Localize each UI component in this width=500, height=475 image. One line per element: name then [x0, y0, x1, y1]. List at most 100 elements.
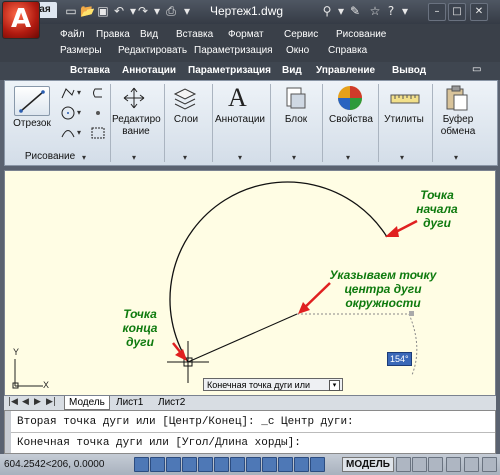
tab-scroll-first-icon[interactable]: |◀	[8, 397, 18, 407]
clipboard-label-line1[interactable]: Буфер	[436, 114, 480, 125]
circle-icon[interactable]	[60, 106, 76, 120]
annotations-dropdown-icon[interactable]: ▾	[238, 153, 242, 162]
clean-screen-icon[interactable]	[482, 457, 497, 472]
application-menu-button[interactable]: A	[2, 1, 40, 39]
save-icon[interactable]: ▣	[96, 4, 110, 18]
arc-dot-icon[interactable]	[90, 106, 106, 120]
rectangle-icon[interactable]	[90, 126, 106, 140]
tab-parametric[interactable]: Параметризация	[188, 65, 271, 76]
drawing-area[interactable]: Y X Точка начала дуги Указываем точку центр…	[4, 170, 496, 396]
binoculars-icon[interactable]: ⚲	[320, 4, 334, 18]
minimize-button[interactable]: –	[428, 3, 446, 21]
tab-annotate[interactable]: Аннотации	[122, 65, 176, 76]
draw-panel-title[interactable]: Рисование	[20, 151, 80, 162]
redo-icon[interactable]: ↷	[136, 4, 150, 18]
help-dropdown-icon[interactable]: ▾	[398, 4, 412, 18]
clipboard-label-line2[interactable]: обмена	[436, 126, 480, 137]
clipboard-icon[interactable]	[444, 84, 470, 112]
quick-view-drawings-icon[interactable]	[412, 457, 427, 472]
polyline-icon[interactable]	[60, 86, 76, 100]
menu-modify[interactable]: Редактировать	[118, 45, 187, 56]
line-tool-button[interactable]	[14, 86, 50, 116]
layers-icon[interactable]	[172, 86, 198, 112]
model-space-button[interactable]: МОДЕЛЬ	[342, 457, 394, 472]
annotation-monitor-icon[interactable]	[310, 457, 325, 472]
tab-view[interactable]: Вид	[282, 65, 302, 76]
arc-icon[interactable]	[60, 126, 76, 140]
tab-model[interactable]: Модель	[64, 396, 110, 410]
annotations-label[interactable]: Аннотации	[214, 114, 266, 125]
move-icon[interactable]	[122, 86, 146, 110]
print-icon[interactable]: ⎙	[164, 4, 178, 18]
lineweight-toggle-icon[interactable]	[262, 457, 277, 472]
properties-label[interactable]: Свойства	[328, 114, 374, 125]
workspace-switch-icon[interactable]	[446, 457, 461, 472]
block-icon[interactable]	[283, 84, 309, 112]
coordinates-readout[interactable]: 604.2542<206, 0.0000	[4, 459, 104, 470]
annotation-scale-icon[interactable]	[428, 457, 443, 472]
ribbon-minimize-icon[interactable]: ▭	[472, 64, 481, 75]
menu-edit[interactable]: Правка	[96, 29, 130, 40]
layers-label[interactable]: Слои	[168, 114, 204, 125]
circle-dropdown-icon[interactable]: ▾	[77, 108, 81, 117]
tab-scroll-prev-icon[interactable]: ◀	[22, 397, 29, 407]
snap-toggle-icon[interactable]	[134, 457, 149, 472]
tab-manage[interactable]: Управление	[316, 65, 375, 76]
undo-line-icon[interactable]	[90, 86, 106, 100]
layers-dropdown-icon[interactable]: ▾	[183, 153, 187, 162]
clipboard-dropdown-icon[interactable]: ▾	[454, 153, 458, 162]
osnap-toggle-icon[interactable]	[198, 457, 213, 472]
block-label[interactable]: Блок	[278, 114, 314, 125]
menu-view[interactable]: Вид	[140, 29, 158, 40]
otrack-toggle-icon[interactable]	[214, 457, 229, 472]
quick-view-layouts-icon[interactable]	[396, 457, 411, 472]
command-prompt-line[interactable]: Конечная точка дуги или [Угол/Длина хорд…	[17, 437, 301, 449]
menu-dimensions[interactable]: Размеры	[60, 45, 102, 56]
utilities-dropdown-icon[interactable]: ▾	[400, 153, 404, 162]
selection-cycling-toggle-icon[interactable]	[294, 457, 309, 472]
toolbar-lock-icon[interactable]	[464, 457, 479, 472]
tab-layout1[interactable]: Лист1	[116, 397, 143, 408]
menu-draw[interactable]: Рисование	[336, 29, 386, 40]
utilities-label[interactable]: Утилиты	[382, 114, 426, 125]
block-dropdown-icon[interactable]: ▾	[292, 153, 296, 162]
tab-output[interactable]: Вывод	[392, 65, 426, 76]
properties-dropdown-icon[interactable]: ▾	[346, 153, 350, 162]
dimension-input[interactable]: 154°	[387, 352, 412, 366]
tab-scroll-last-icon[interactable]: ▶|	[46, 397, 56, 407]
quick-access-dropdown-icon[interactable]: ▾	[180, 4, 194, 18]
undo-icon[interactable]: ↶	[112, 4, 126, 18]
ducs-toggle-icon[interactable]	[230, 457, 245, 472]
utilities-measure-icon[interactable]	[390, 92, 420, 106]
command-window[interactable]: Вторая точка дуги или [Центр/Конец]: _c …	[4, 410, 496, 454]
redo-dropdown-icon[interactable]: ▾	[150, 4, 164, 18]
wrench-icon[interactable]: ✎	[348, 4, 362, 18]
tab-insert[interactable]: Вставка	[70, 65, 110, 76]
dyn-toggle-icon[interactable]	[246, 457, 261, 472]
arc-dropdown-icon[interactable]: ▾	[77, 128, 81, 137]
menu-parametric[interactable]: Параметризация	[194, 45, 273, 56]
polar-toggle-icon[interactable]	[182, 457, 197, 472]
close-button[interactable]: ✕	[470, 3, 488, 21]
binoculars-dropdown-icon[interactable]: ▾	[334, 4, 348, 18]
tab-scroll-next-icon[interactable]: ▶	[34, 397, 41, 407]
menu-help[interactable]: Справка	[328, 45, 367, 56]
menu-insert[interactable]: Вставка	[176, 29, 213, 40]
help-icon[interactable]: ?	[384, 4, 398, 18]
tab-layout2[interactable]: Лист2	[158, 397, 185, 408]
open-folder-icon[interactable]: 📂	[80, 4, 95, 18]
ortho-toggle-icon[interactable]	[166, 457, 181, 472]
draw-panel-dropdown-icon[interactable]: ▾	[82, 153, 86, 162]
star-icon[interactable]: ☆	[368, 4, 382, 18]
menu-format[interactable]: Формат	[228, 29, 264, 40]
modify-dropdown-icon[interactable]: ▾	[132, 153, 136, 162]
menu-file[interactable]: Файл	[60, 29, 85, 40]
quick-properties-toggle-icon[interactable]	[278, 457, 293, 472]
annotation-text-icon[interactable]: A	[228, 84, 252, 112]
polyline-dropdown-icon[interactable]: ▾	[77, 88, 81, 97]
maximize-button[interactable]: □	[448, 3, 466, 21]
menu-tools[interactable]: Сервис	[284, 29, 318, 40]
properties-icon[interactable]	[336, 84, 364, 112]
menu-window[interactable]: Окно	[286, 45, 309, 56]
new-file-icon[interactable]: ▭	[64, 4, 78, 18]
